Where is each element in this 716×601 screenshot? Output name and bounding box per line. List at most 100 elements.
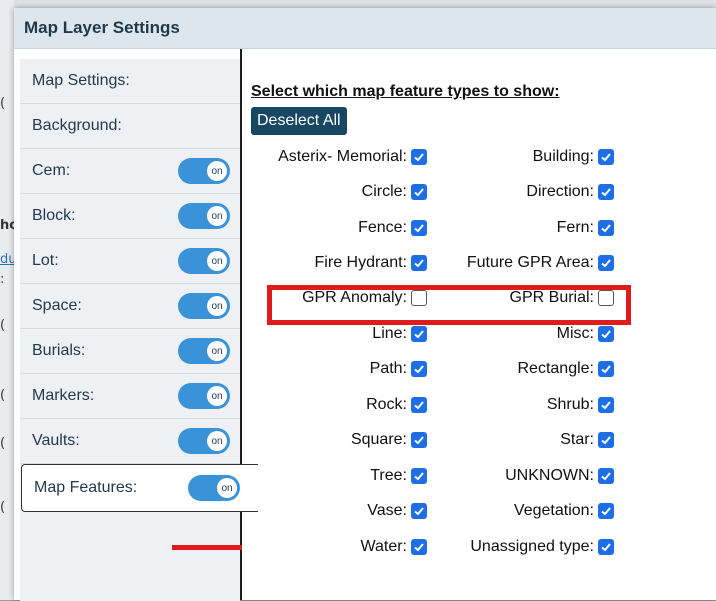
checkbox[interactable] (411, 397, 427, 413)
feature-future-gpr-area[interactable]: Future GPR Area: (467, 252, 614, 274)
layer-label: Vaults: (32, 432, 80, 449)
checkbox[interactable] (598, 397, 614, 413)
feature-path[interactable]: Path: (370, 358, 427, 380)
checkbox[interactable] (598, 184, 614, 200)
checkbox[interactable] (598, 503, 614, 519)
checkbox[interactable] (411, 149, 427, 165)
background-text-fragment: ( (0, 388, 6, 403)
layer-label: Map Settings: (32, 72, 130, 89)
checkbox[interactable] (598, 326, 614, 342)
toggle-state: on (207, 206, 227, 226)
layer-label: Background: (32, 117, 122, 134)
feature-shrub[interactable]: Shrub: (547, 394, 614, 416)
space-toggle[interactable]: on (178, 293, 230, 319)
feature-label: Square: (350, 431, 407, 448)
burials-toggle[interactable]: on (178, 338, 230, 364)
feature-square[interactable]: Square: (351, 429, 427, 451)
layer-label: Lot: (32, 252, 59, 269)
feature-unassigned-type[interactable]: Unassigned type: (470, 536, 614, 558)
feature-label: Asterix- Memorial: (278, 148, 407, 165)
modal-header: Map Layer Settings (14, 8, 716, 49)
toggle-state: on (207, 161, 227, 181)
map-layer-settings-modal: Map Layer Settings Map Settings: Backgro… (14, 8, 716, 601)
checkbox[interactable] (598, 468, 614, 484)
feature-label: Fern: (556, 219, 594, 236)
feature-fire-hydrant[interactable]: Fire Hydrant: (315, 252, 427, 274)
feature-label: GPR Anomaly: (302, 289, 407, 306)
feature-unknown[interactable]: UNKNOWN: (505, 465, 614, 487)
checkbox[interactable] (598, 290, 614, 306)
checkbox[interactable] (598, 361, 614, 377)
feature-vase[interactable]: Vase: (367, 500, 427, 522)
block-toggle[interactable]: on (178, 203, 230, 229)
toggle-state: on (217, 478, 237, 498)
feature-label: Vase: (367, 502, 407, 519)
background-text-fragment: ( (0, 318, 6, 333)
checkbox[interactable] (598, 255, 614, 271)
checkbox[interactable] (598, 539, 614, 555)
feature-tree[interactable]: Tree: (370, 465, 427, 487)
layer-item-background[interactable]: Background: (20, 104, 240, 149)
layer-item-map-features[interactable]: Map Features: on (21, 464, 258, 512)
layer-item-map-settings[interactable]: Map Settings: (20, 59, 240, 104)
feature-label: Fence: (358, 219, 407, 236)
feature-label: Building: (532, 148, 594, 165)
feature-misc[interactable]: Misc: (557, 323, 614, 345)
layer-label: Space: (32, 297, 82, 314)
layer-label: Block: (32, 207, 76, 224)
vaults-toggle[interactable]: on (178, 428, 230, 454)
checkbox[interactable] (411, 432, 427, 448)
feature-water[interactable]: Water: (360, 536, 427, 558)
feature-label: Water: (360, 538, 407, 555)
checkbox[interactable] (411, 290, 427, 306)
feature-vegetation[interactable]: Vegetation: (514, 500, 614, 522)
checkbox[interactable] (411, 361, 427, 377)
feature-gpr-anomaly[interactable]: GPR Anomaly: (302, 287, 427, 309)
background-text-fragment: ( (0, 500, 6, 515)
feature-rectangle[interactable]: Rectangle: (518, 358, 614, 380)
features-heading: Select which map feature types to show: (251, 83, 560, 100)
feature-rock[interactable]: Rock: (366, 394, 427, 416)
markers-toggle[interactable]: on (178, 383, 230, 409)
background-page-top (0, 0, 716, 8)
feature-fern[interactable]: Fern: (557, 217, 614, 239)
feature-direction[interactable]: Direction: (526, 181, 614, 203)
background-text-fragment: ( (0, 96, 6, 111)
layer-item-vaults: Vaults: on (20, 419, 240, 464)
toggle-state: on (207, 296, 227, 316)
feature-gpr-burial[interactable]: GPR Burial: (510, 287, 614, 309)
checkbox[interactable] (411, 539, 427, 555)
cem-toggle[interactable]: on (178, 158, 230, 184)
checkbox[interactable] (411, 184, 427, 200)
toggle-state: on (207, 386, 227, 406)
feature-building[interactable]: Building: (533, 146, 614, 168)
feature-label: Path: (369, 360, 407, 377)
feature-label: Unassigned type: (470, 538, 594, 555)
checkbox[interactable] (411, 220, 427, 236)
feature-label: Vegetation: (513, 502, 594, 519)
checkbox[interactable] (411, 468, 427, 484)
checkbox[interactable] (598, 432, 614, 448)
feature-label: Rock: (366, 396, 407, 413)
feature-label: Tree: (370, 467, 407, 484)
layer-item-block: Block: on (20, 194, 240, 239)
feature-label: Fire Hydrant: (314, 254, 407, 271)
feature-label: Shrub: (546, 396, 594, 413)
feature-fence[interactable]: Fence: (358, 217, 427, 239)
checkbox[interactable] (411, 255, 427, 271)
checkbox[interactable] (411, 326, 427, 342)
feature-label: Future GPR Area: (466, 254, 594, 271)
deselect-all-button[interactable]: Deselect All (251, 107, 347, 135)
modal-title: Map Layer Settings (24, 18, 180, 37)
lot-toggle[interactable]: on (178, 248, 230, 274)
toggle-state: on (207, 431, 227, 451)
feature-line[interactable]: Line: (372, 323, 427, 345)
map-features-toggle[interactable]: on (188, 475, 240, 501)
checkbox[interactable] (598, 220, 614, 236)
feature-circle[interactable]: Circle: (362, 181, 427, 203)
checkbox[interactable] (598, 149, 614, 165)
layer-item-space: Space: on (20, 284, 240, 329)
feature-star[interactable]: Star: (560, 429, 614, 451)
feature-asterix-memorial[interactable]: Asterix- Memorial: (278, 146, 427, 168)
checkbox[interactable] (411, 503, 427, 519)
